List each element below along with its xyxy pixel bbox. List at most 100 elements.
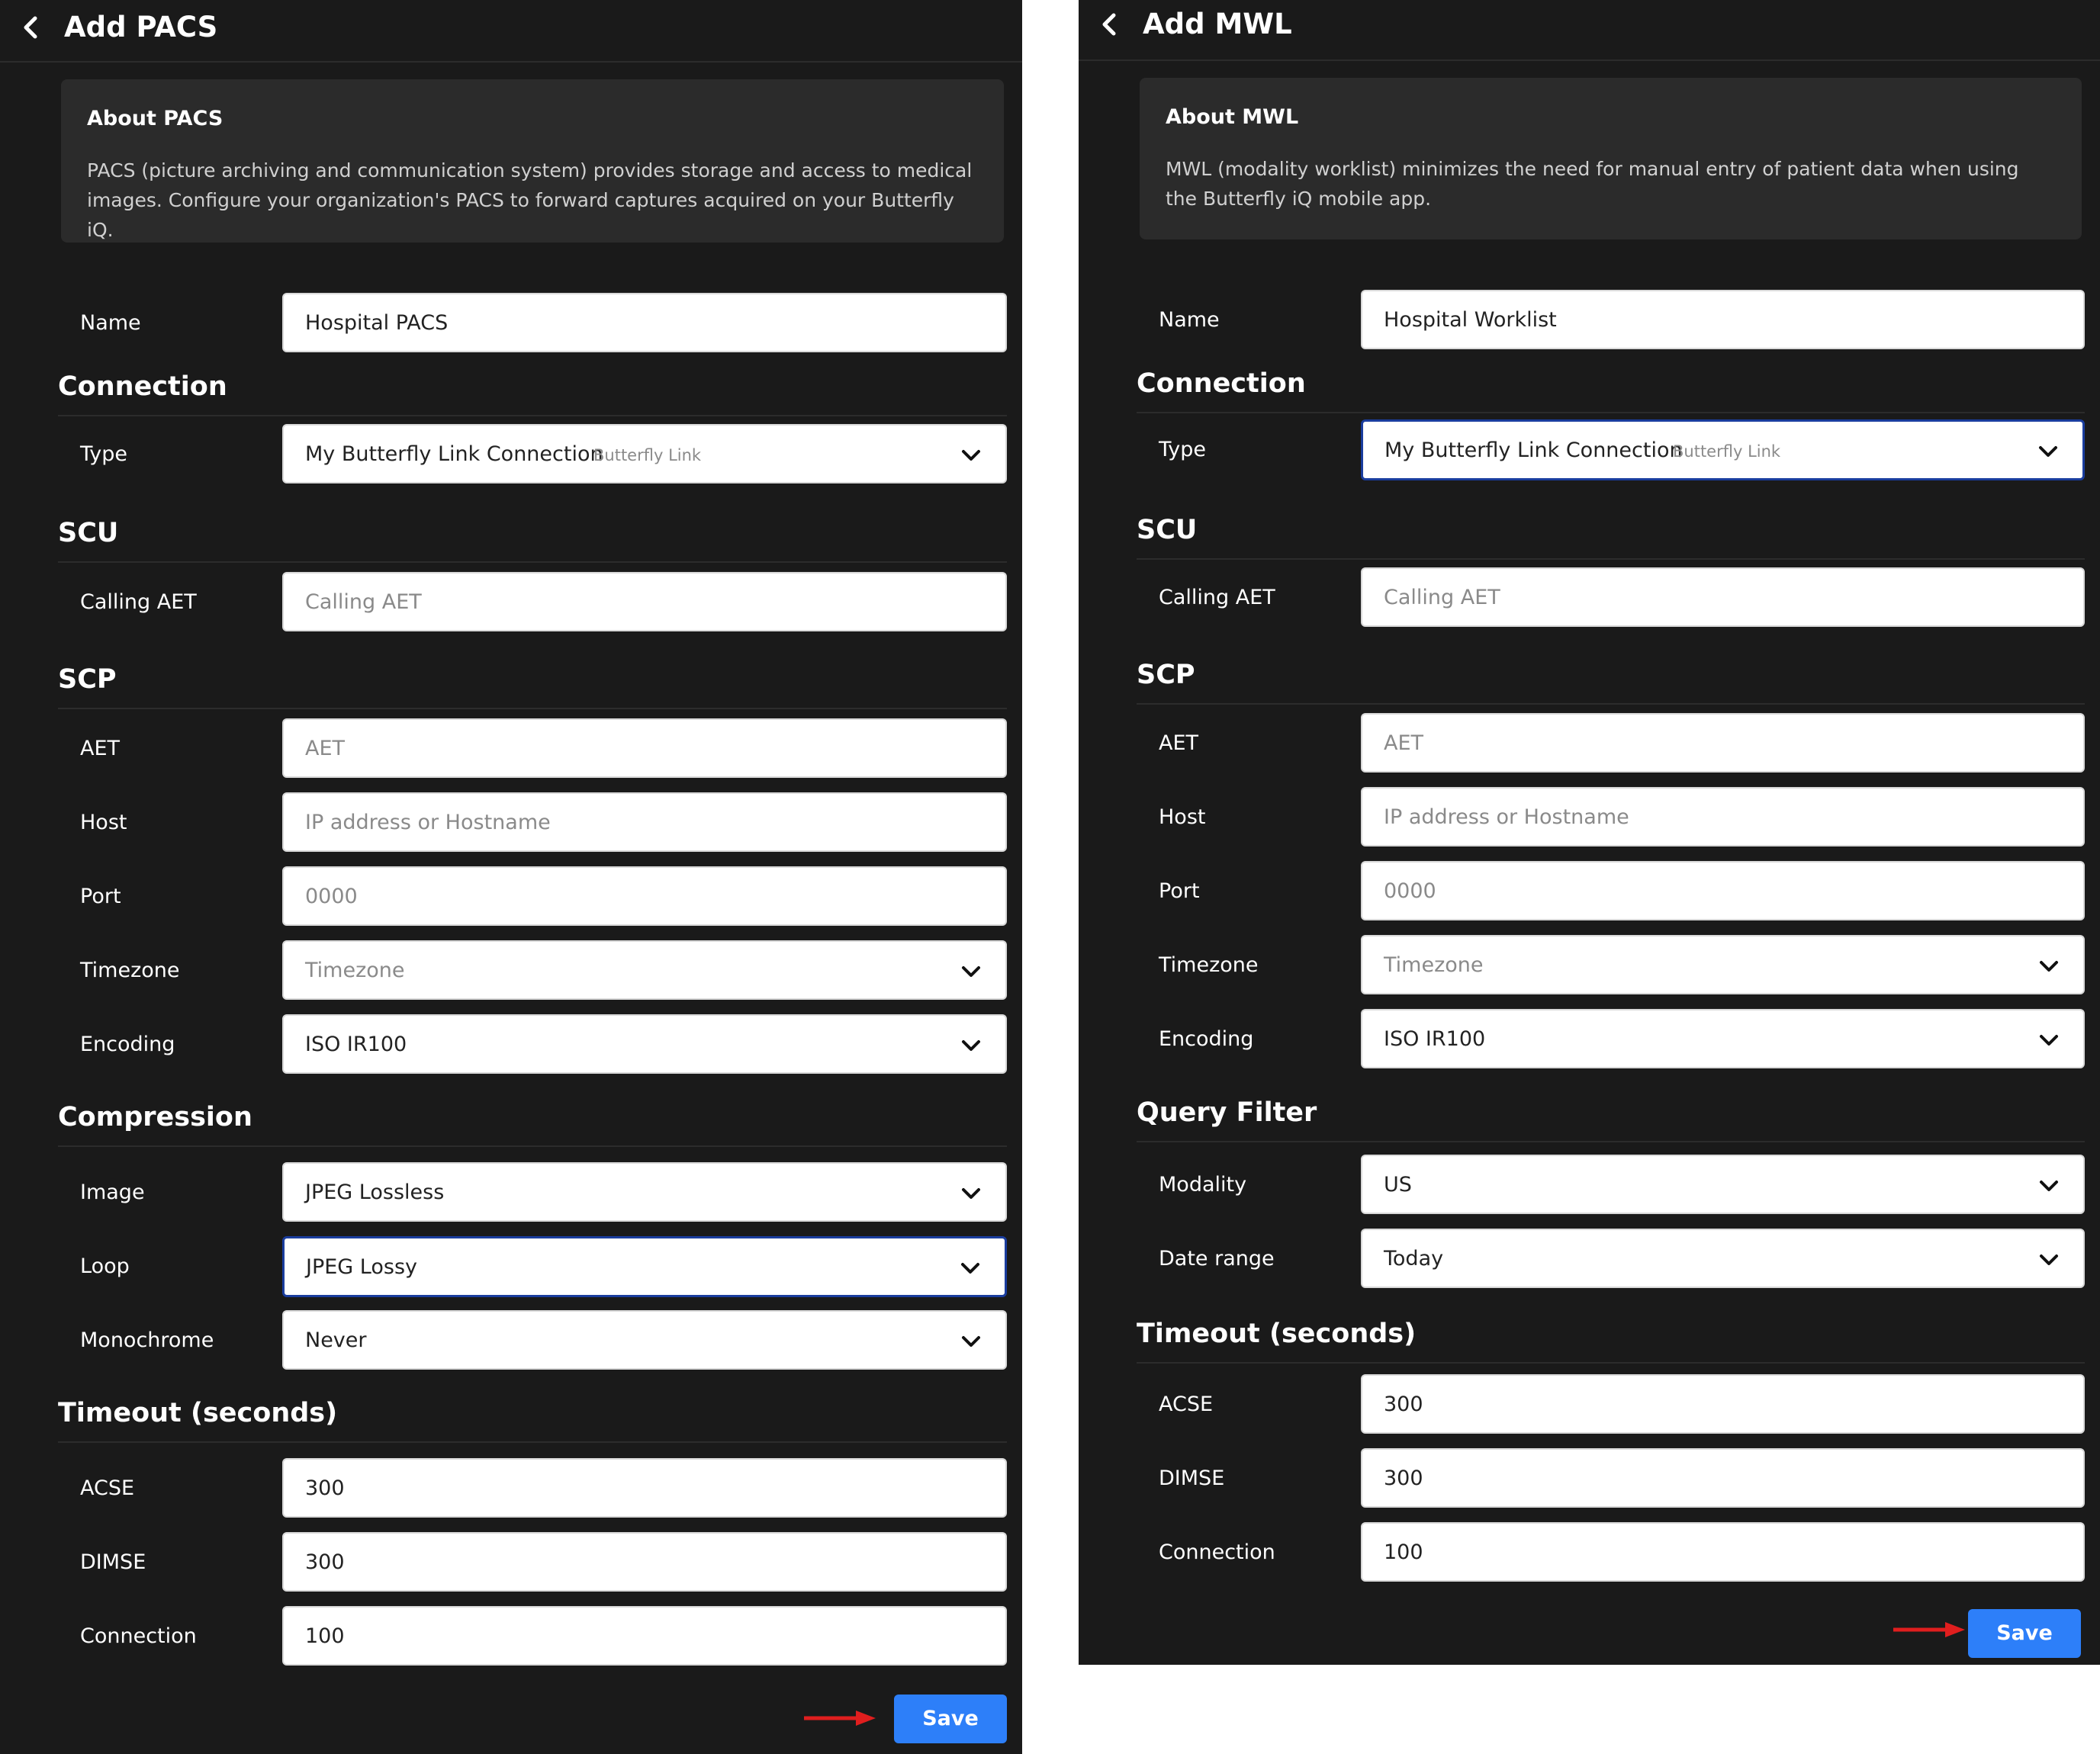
dimse-input[interactable]: 300 xyxy=(282,1532,1007,1592)
connection-timeout-field: Connection 100 xyxy=(0,1606,1022,1666)
aet-input[interactable]: AET xyxy=(282,718,1007,778)
loop-select[interactable]: JPEG Lossy xyxy=(282,1236,1007,1297)
add-pacs-panel: Add PACS About PACS PACS (picture archiv… xyxy=(0,0,1022,1754)
header: Add PACS xyxy=(0,0,1022,63)
host-placeholder: IP address or Hostname xyxy=(305,811,551,834)
calling-aet-field: Calling AET Calling AET xyxy=(0,572,1022,631)
calling-aet-placeholder: Calling AET xyxy=(305,590,422,614)
back-button[interactable] xyxy=(15,11,49,44)
monochrome-value: Never xyxy=(305,1328,367,1352)
host-input[interactable]: IP address or Hostname xyxy=(282,792,1007,852)
monochrome-field: Monochrome Never xyxy=(0,1310,1022,1370)
monochrome-select[interactable]: Never xyxy=(282,1310,1007,1370)
acse-input[interactable]: 300 xyxy=(1361,1374,2085,1434)
section-title: Connection xyxy=(1137,368,1306,399)
name-field: Name Hospital PACS xyxy=(0,293,1022,352)
calling-aet-input[interactable]: Calling AET xyxy=(1361,567,2085,627)
encoding-label: Encoding xyxy=(1159,1027,1254,1051)
loop-label: Loop xyxy=(80,1254,130,1278)
chevron-down-icon xyxy=(2040,1254,2058,1265)
timezone-label: Timezone xyxy=(80,959,180,982)
port-input[interactable]: 0000 xyxy=(282,866,1007,926)
connection-timeout-field: Connection 100 xyxy=(1079,1522,2100,1582)
name-label: Name xyxy=(1159,308,1220,332)
type-select[interactable]: My Butterfly Link Connection Butterfly L… xyxy=(282,424,1007,483)
section-title: SCP xyxy=(58,664,117,695)
aet-label: AET xyxy=(1159,731,1199,755)
aet-field: AET AET xyxy=(1079,713,2100,773)
aet-label: AET xyxy=(80,737,121,760)
dimse-field: DIMSE 300 xyxy=(0,1532,1022,1592)
timezone-field: Timezone Timezone xyxy=(0,940,1022,1000)
type-tag: Butterfly Link xyxy=(593,446,702,464)
add-mwl-panel: Add MWL About MWL MWL (modality worklist… xyxy=(1079,0,2100,1665)
host-label: Host xyxy=(80,811,127,834)
dimse-value: 300 xyxy=(1384,1466,1423,1490)
scu-section: SCU xyxy=(58,508,1007,563)
section-title: SCU xyxy=(1137,515,1198,545)
type-select[interactable]: My Butterfly Link Connection Butterfly L… xyxy=(1361,419,2085,480)
connection-section: Connection xyxy=(1137,358,2085,413)
acse-input[interactable]: 300 xyxy=(282,1458,1007,1518)
name-value: Hospital PACS xyxy=(305,311,449,335)
modality-field: Modality US xyxy=(1079,1155,2100,1214)
about-title: About MWL xyxy=(1166,105,1299,129)
modality-value: US xyxy=(1384,1173,1412,1197)
timeout-section: Timeout (seconds) xyxy=(58,1388,1007,1443)
encoding-select[interactable]: ISO IR100 xyxy=(282,1014,1007,1074)
chevron-down-icon xyxy=(962,966,980,977)
encoding-value: ISO IR100 xyxy=(1384,1027,1486,1051)
chevron-left-icon xyxy=(1102,13,1116,36)
timeout-section: Timeout (seconds) xyxy=(1137,1309,2085,1364)
dimse-field: DIMSE 300 xyxy=(1079,1448,2100,1508)
chevron-down-icon xyxy=(2040,1035,2058,1046)
chevron-down-icon xyxy=(962,1336,980,1347)
image-field: Image JPEG Lossless xyxy=(0,1162,1022,1222)
timezone-select[interactable]: Timezone xyxy=(1361,935,2085,994)
chevron-down-icon xyxy=(2040,1181,2058,1191)
type-value: My Butterfly Link Connection xyxy=(1384,438,1683,462)
dimse-label: DIMSE xyxy=(80,1550,146,1574)
section-title: Connection xyxy=(58,371,227,402)
date-range-select[interactable]: Today xyxy=(1361,1229,2085,1288)
encoding-select[interactable]: ISO IR100 xyxy=(1361,1009,2085,1068)
acse-value: 300 xyxy=(305,1476,345,1500)
scp-section: SCP xyxy=(58,654,1007,709)
port-placeholder: 0000 xyxy=(1384,879,1436,903)
chevron-down-icon xyxy=(2039,446,2057,457)
chevron-down-icon xyxy=(2040,961,2058,972)
name-input[interactable]: Hospital Worklist xyxy=(1361,290,2085,349)
calling-aet-label: Calling AET xyxy=(1159,586,1275,609)
image-select[interactable]: JPEG Lossless xyxy=(282,1162,1007,1222)
loop-field: Loop JPEG Lossy xyxy=(0,1236,1022,1297)
port-input[interactable]: 0000 xyxy=(1361,861,2085,920)
save-button[interactable]: Save xyxy=(1968,1609,2081,1658)
host-label: Host xyxy=(1159,805,1206,829)
timezone-select[interactable]: Timezone xyxy=(282,940,1007,1000)
name-label: Name xyxy=(80,311,141,335)
modality-select[interactable]: US xyxy=(1361,1155,2085,1214)
encoding-field: Encoding ISO IR100 xyxy=(1079,1009,2100,1068)
back-button[interactable] xyxy=(1094,8,1127,41)
section-title: Timeout (seconds) xyxy=(1137,1319,1417,1349)
dimse-value: 300 xyxy=(305,1550,345,1574)
connection-timeout-value: 100 xyxy=(305,1624,345,1648)
save-button[interactable]: Save xyxy=(894,1695,1007,1743)
calling-aet-input[interactable]: Calling AET xyxy=(282,572,1007,631)
section-title: Compression xyxy=(58,1102,252,1132)
red-arrow-icon xyxy=(804,1711,876,1726)
dimse-input[interactable]: 300 xyxy=(1361,1448,2085,1508)
chevron-down-icon xyxy=(962,450,980,461)
aet-input[interactable]: AET xyxy=(1361,713,2085,773)
port-placeholder: 0000 xyxy=(305,885,358,908)
host-field: Host IP address or Hostname xyxy=(0,792,1022,852)
name-input[interactable]: Hospital PACS xyxy=(282,293,1007,352)
date-range-label: Date range xyxy=(1159,1247,1275,1271)
host-input[interactable]: IP address or Hostname xyxy=(1361,787,2085,846)
connection-timeout-input[interactable]: 100 xyxy=(282,1606,1007,1666)
aet-field: AET AET xyxy=(0,718,1022,778)
encoding-value: ISO IR100 xyxy=(305,1033,407,1056)
type-field: Type My Butterfly Link Connection Butter… xyxy=(1079,419,2100,480)
image-label: Image xyxy=(80,1181,145,1204)
connection-timeout-input[interactable]: 100 xyxy=(1361,1522,2085,1582)
